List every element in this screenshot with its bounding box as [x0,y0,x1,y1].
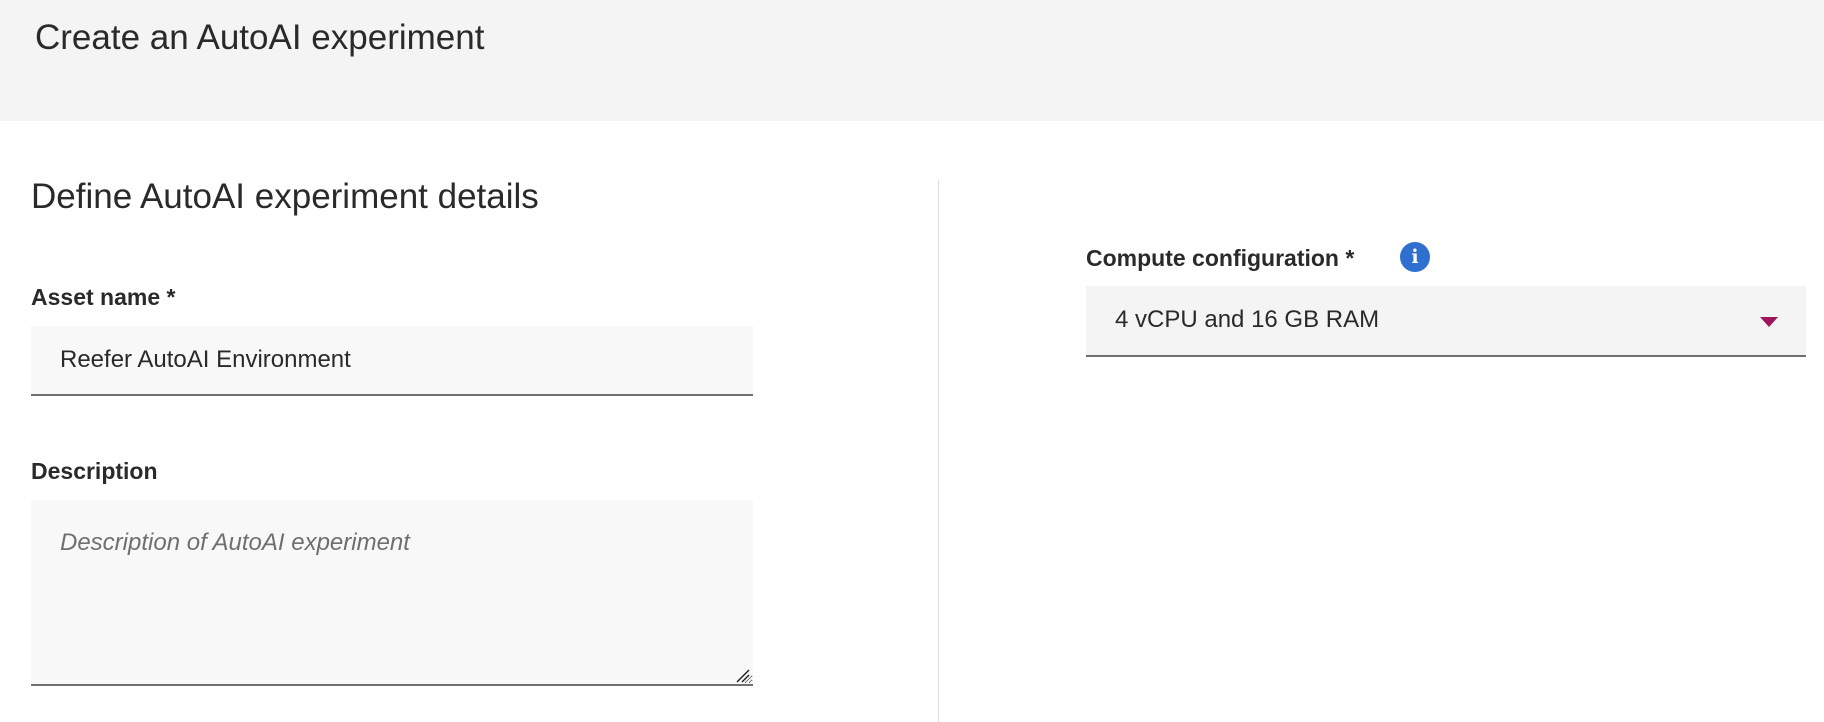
compute-configuration-value: 4 vCPU and 16 GB RAM [1115,306,1380,333]
compute-configuration-select[interactable]: 4 vCPU and 16 GB RAM [1086,286,1806,357]
resize-handle-icon[interactable] [736,669,750,683]
compute-configuration-label: Compute configuration * [1086,245,1355,271]
asset-name-input[interactable] [31,326,753,396]
description-label: Description [31,458,158,484]
page-title: Create an AutoAI experiment [35,18,485,57]
section-title: Define AutoAI experiment details [31,177,539,216]
column-divider [938,180,939,722]
info-icon[interactable]: i [1400,242,1430,272]
chevron-down-icon [1760,317,1778,327]
asset-name-label: Asset name * [31,284,176,310]
page-header: Create an AutoAI experiment [0,0,1824,121]
description-textarea[interactable] [31,500,753,686]
compute-panel: Compute configuration * i 4 vCPU and 16 … [1086,121,1806,722]
experiment-details-panel: Define AutoAI experiment details Asset n… [31,121,753,722]
